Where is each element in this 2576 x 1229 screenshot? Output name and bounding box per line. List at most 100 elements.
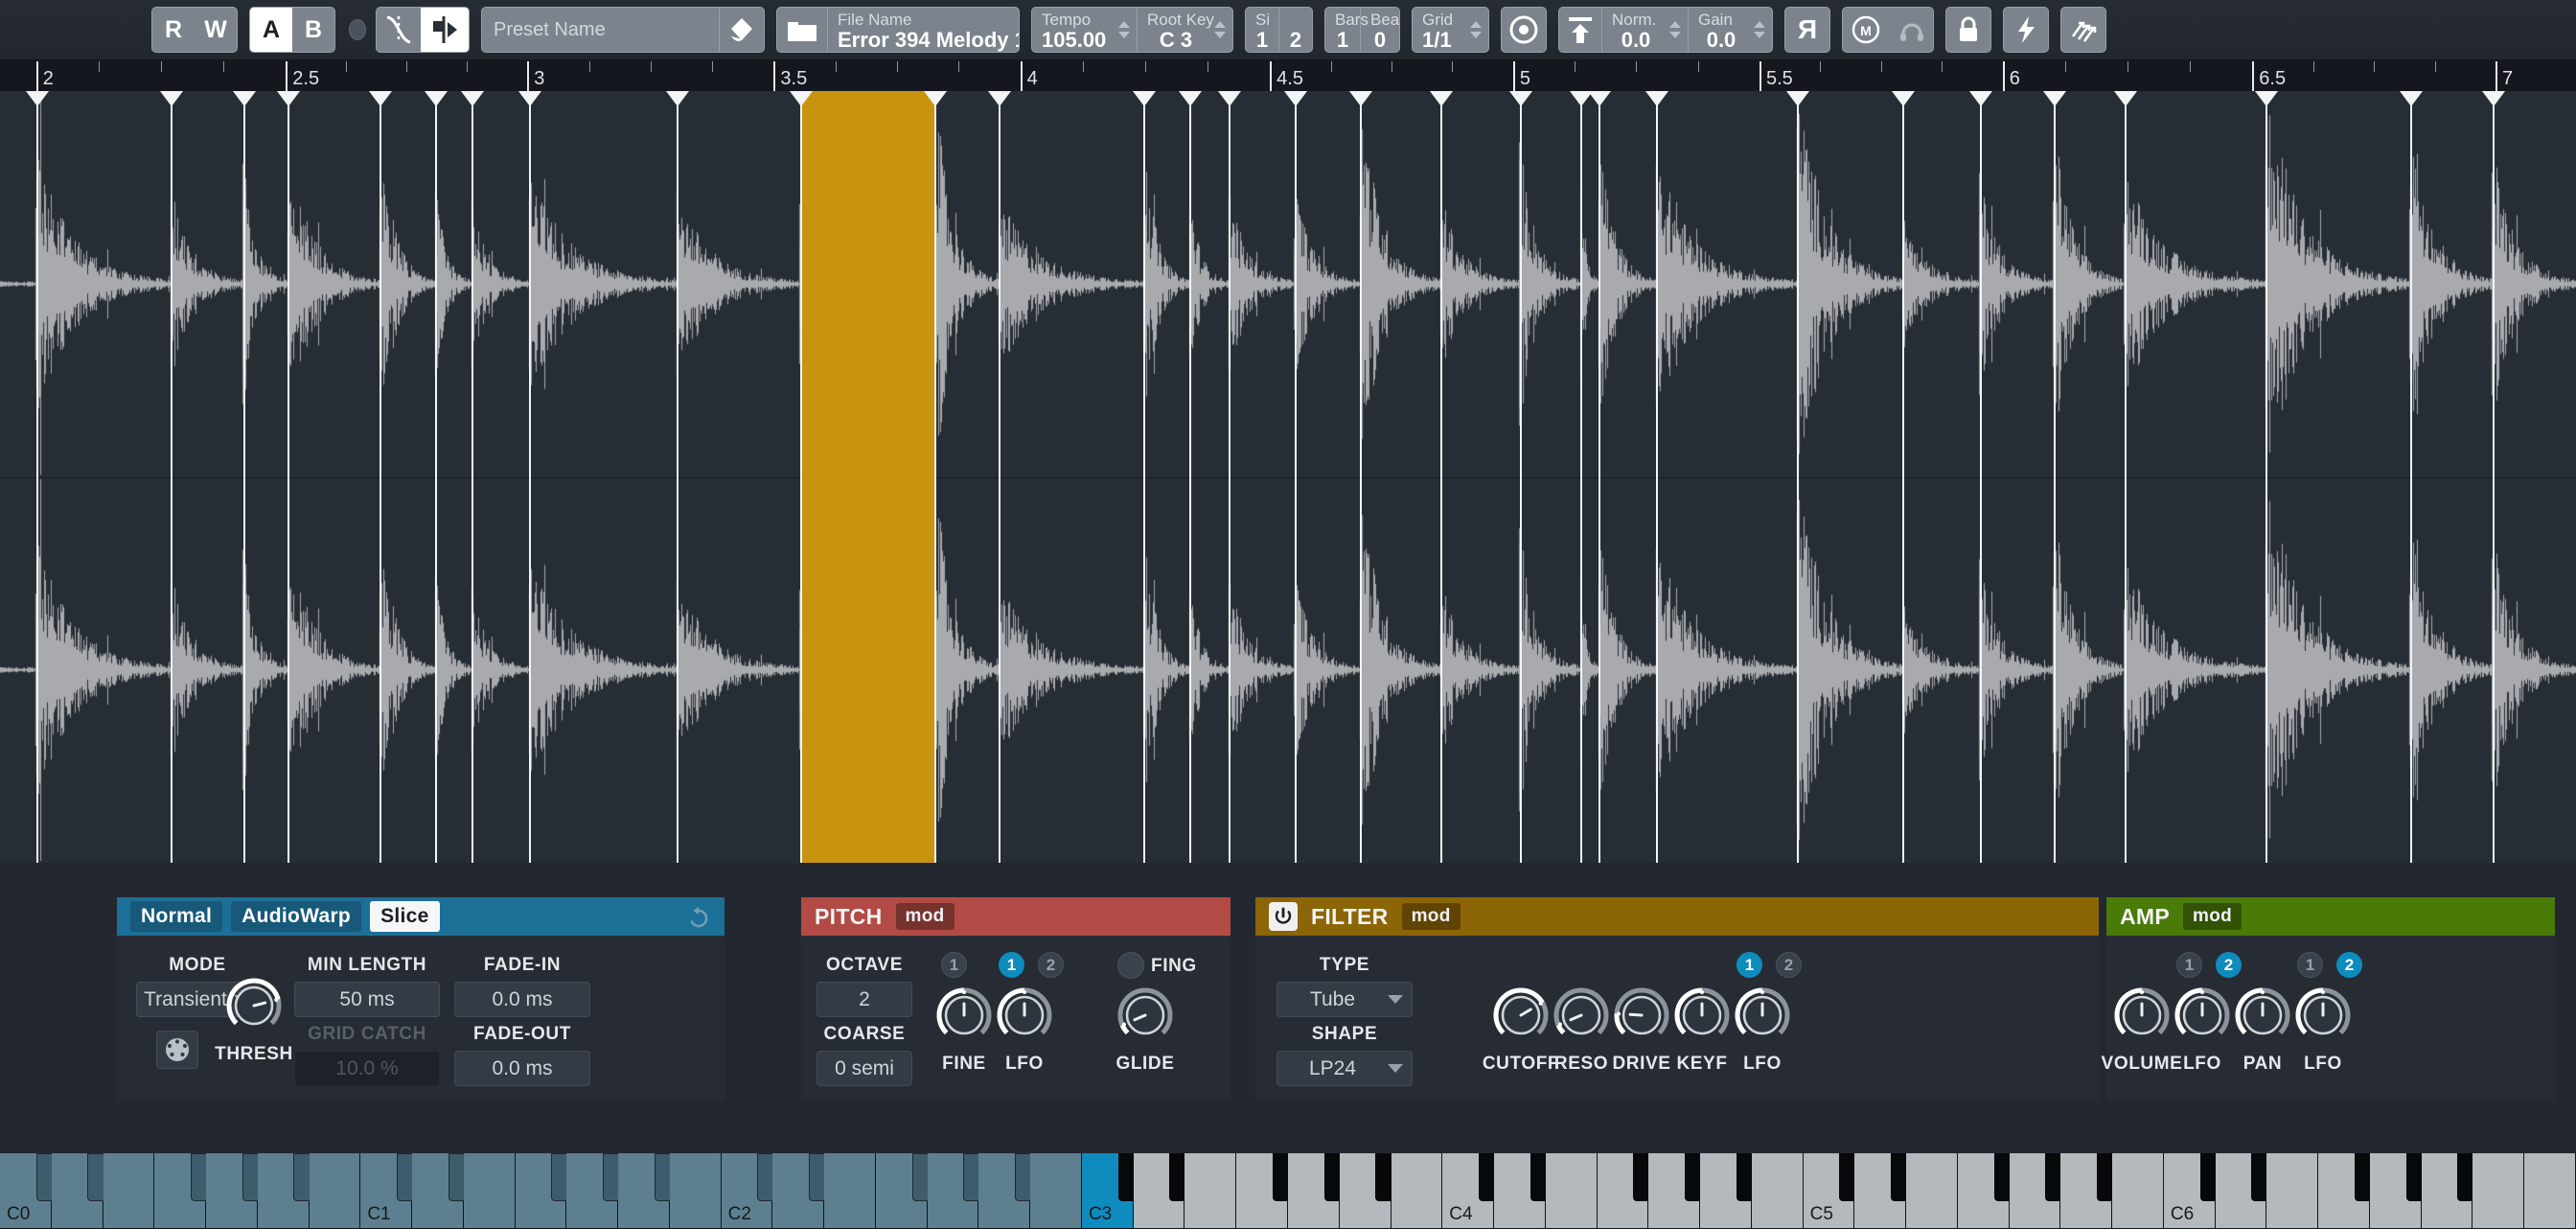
slice-marker[interactable]: [2493, 91, 2495, 863]
slice-marker[interactable]: [934, 91, 936, 863]
signature-numerator[interactable]: 1: [1255, 29, 1269, 52]
normalize-icon[interactable]: [1559, 8, 1601, 52]
glide-knob[interactable]: [1116, 986, 1175, 1045]
file-name-field[interactable]: File Name Error 394 Melody 1.wav: [776, 7, 1020, 53]
cutoff-knob[interactable]: [1491, 986, 1551, 1045]
piano-white-key[interactable]: [2266, 1153, 2318, 1229]
piano-white-key[interactable]: [1392, 1153, 1443, 1229]
bars-value[interactable]: 1: [1335, 29, 1350, 52]
drive-knob[interactable]: [1612, 986, 1671, 1045]
octave-value[interactable]: 2: [816, 982, 912, 1017]
amp-lfo1-slot-2[interactable]: 2: [2216, 952, 2242, 978]
piano-keyboard[interactable]: C0C1C2C3C4C5C6: [0, 1153, 2576, 1229]
slice-marker[interactable]: [243, 91, 245, 863]
grid-catch-value[interactable]: 10.0 %: [294, 1051, 440, 1086]
filter-power-button[interactable]: [1269, 902, 1298, 931]
amp-lfo2-knob[interactable]: [2293, 986, 2353, 1045]
snap-icon[interactable]: [421, 8, 469, 52]
tab-normal[interactable]: Normal: [130, 901, 222, 932]
slice-marker[interactable]: [2054, 91, 2056, 863]
pitch-lfo-knob[interactable]: [995, 986, 1054, 1045]
filter-lfo-knob[interactable]: [1733, 986, 1792, 1045]
thresh-knob[interactable]: [224, 976, 284, 1035]
pitch-mod-chip[interactable]: mod: [896, 903, 954, 930]
coarse-value[interactable]: 0 semi: [816, 1051, 912, 1086]
amp-lfo1-slot-1[interactable]: 1: [2176, 952, 2202, 978]
slice-marker[interactable]: [1580, 91, 1582, 863]
piano-white-key[interactable]: [2472, 1153, 2524, 1229]
piano-white-key[interactable]: [1030, 1153, 1082, 1229]
midi-port-icon[interactable]: [156, 1031, 198, 1069]
slice-marker[interactable]: [1520, 91, 1522, 863]
mono-icon[interactable]: M: [1843, 8, 1889, 52]
slice-marker[interactable]: [1360, 91, 1362, 863]
slice-marker[interactable]: [1598, 91, 1600, 863]
read-automation-button[interactable]: R: [152, 8, 195, 52]
lock-icon[interactable]: [1945, 7, 1991, 53]
slice-marker[interactable]: [999, 91, 1000, 863]
bolt-icon[interactable]: [2003, 7, 2049, 53]
amp-mod-chip[interactable]: mod: [2183, 903, 2242, 930]
slice-marker[interactable]: [288, 91, 289, 863]
piano-white-key[interactable]: [1752, 1153, 1804, 1229]
tempo-value[interactable]: 105.00: [1042, 29, 1109, 52]
piano-white-key[interactable]: [310, 1153, 361, 1229]
amp-lfo2-slot-1[interactable]: 1: [2297, 952, 2323, 978]
pitch-lfo-slot-b[interactable]: 2: [1038, 952, 1064, 978]
slice-marker[interactable]: [472, 91, 473, 863]
reverse-button[interactable]: Я: [1784, 7, 1830, 53]
slice-marker[interactable]: [2125, 91, 2127, 863]
beats-value[interactable]: 0: [1370, 29, 1390, 52]
reset-icon[interactable]: [686, 906, 711, 937]
volume-knob[interactable]: [2112, 986, 2172, 1045]
fine-knob[interactable]: [934, 986, 994, 1045]
variant-a-button[interactable]: A: [250, 8, 292, 52]
filter-mod-chip[interactable]: mod: [1402, 903, 1460, 930]
fade-out-value[interactable]: 0.0 ms: [454, 1051, 590, 1086]
slice-marker[interactable]: [529, 91, 531, 863]
slice-marker[interactable]: [1656, 91, 1658, 863]
piano-white-key[interactable]: [1546, 1153, 1598, 1229]
norm-stepper[interactable]: [1669, 8, 1688, 52]
amp-lfo1-knob[interactable]: [2173, 986, 2232, 1045]
filter-lfo-slot-2[interactable]: 2: [1776, 952, 1802, 978]
waveform-display[interactable]: [0, 91, 2576, 863]
pitch-lfo-slot-a[interactable]: 1: [999, 952, 1024, 978]
slice-marker[interactable]: [1295, 91, 1297, 863]
record-icon[interactable]: [1501, 7, 1547, 53]
root-key-value[interactable]: C 3: [1147, 29, 1205, 52]
preset-name-field[interactable]: Preset Name: [481, 7, 765, 53]
piano-white-key[interactable]: [2112, 1153, 2164, 1229]
timeline-ruler[interactable]: 22.533.544.555.566.57: [0, 59, 2576, 91]
piano-white-key[interactable]: [464, 1153, 516, 1229]
slice-marker[interactable]: [2266, 91, 2267, 863]
filter-lfo-slot-1[interactable]: 1: [1736, 952, 1762, 978]
slice-marker[interactable]: [435, 91, 437, 863]
piano-white-key[interactable]: [2524, 1153, 2576, 1229]
gain-stepper[interactable]: [1754, 8, 1772, 52]
min-length-value[interactable]: 50 ms: [294, 982, 440, 1017]
variant-b-button[interactable]: B: [292, 8, 334, 52]
gain-value[interactable]: 0.0: [1698, 29, 1744, 52]
slice-marker[interactable]: [2410, 91, 2412, 863]
grid-value[interactable]: 1/1: [1422, 29, 1460, 52]
fade-in-value[interactable]: 0.0 ms: [454, 982, 590, 1017]
slice-marker[interactable]: [1797, 91, 1799, 863]
piano-white-key[interactable]: [104, 1153, 155, 1229]
root-key-stepper[interactable]: [1214, 8, 1232, 52]
slice-marker[interactable]: [800, 91, 802, 863]
tab-slice[interactable]: Slice: [370, 901, 440, 932]
slice-marker[interactable]: [1143, 91, 1145, 863]
piano-white-key[interactable]: [824, 1153, 876, 1229]
slice-marker[interactable]: [1440, 91, 1442, 863]
selected-slice[interactable]: [800, 91, 935, 863]
slice-marker[interactable]: [1980, 91, 1982, 863]
pitch-lfo-slot-1[interactable]: 1: [941, 952, 967, 978]
slice-marker[interactable]: [1902, 91, 1904, 863]
fing-toggle[interactable]: [1117, 952, 1144, 979]
slice-marker[interactable]: [1189, 91, 1191, 863]
piano-white-key[interactable]: [1184, 1153, 1236, 1229]
glide-arrows-icon[interactable]: [2060, 7, 2106, 53]
amp-lfo2-slot-2[interactable]: 2: [2336, 952, 2362, 978]
keyf-knob[interactable]: [1672, 986, 1732, 1045]
